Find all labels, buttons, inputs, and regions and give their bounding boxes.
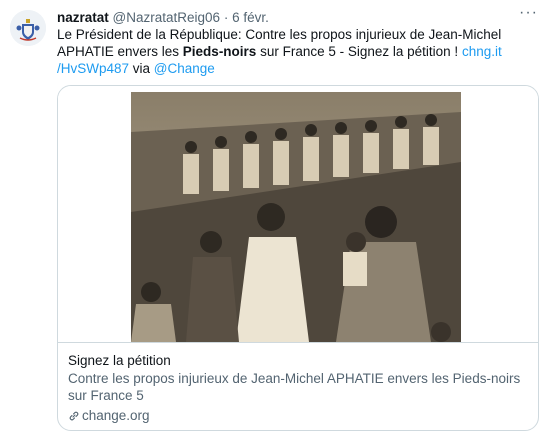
tweet-text: Le Président de la République: Contre le… — [57, 26, 527, 77]
card-title[interactable]: Signez la pétition — [68, 352, 171, 369]
tweet-text-bold: Pieds-noirs — [182, 44, 257, 59]
tweet-header: nazratat @NazratatReig06 · 6 févr. — [57, 9, 269, 26]
card-info[interactable]: Signez la pétition Contre les propos inj… — [58, 342, 538, 430]
avatar[interactable] — [10, 10, 46, 46]
tweet-text-part2: sur France 5 - Signez la pétition ! — [256, 44, 462, 59]
card-domain-text: change.org — [82, 408, 150, 423]
card-photo — [131, 92, 461, 342]
mention-link[interactable]: @Change — [154, 61, 215, 76]
more-options-icon[interactable]: ··· — [519, 4, 538, 22]
tweet-date[interactable]: 6 févr. — [232, 10, 269, 25]
display-name[interactable]: nazratat — [57, 10, 109, 25]
user-handle[interactable]: @NazratatReig06 — [113, 10, 221, 25]
card-domain[interactable]: change.org — [68, 407, 150, 424]
link-icon — [69, 411, 79, 421]
card-description: Contre les propos injurieux de Jean-Mich… — [68, 371, 521, 403]
card-image-area — [58, 86, 538, 342]
tweet-via: via — [129, 61, 154, 76]
separator-dot: · — [223, 10, 229, 25]
link-preview-card[interactable]: Signez la pétition Contre les propos inj… — [57, 85, 539, 431]
coat-of-arms-icon — [10, 10, 46, 46]
